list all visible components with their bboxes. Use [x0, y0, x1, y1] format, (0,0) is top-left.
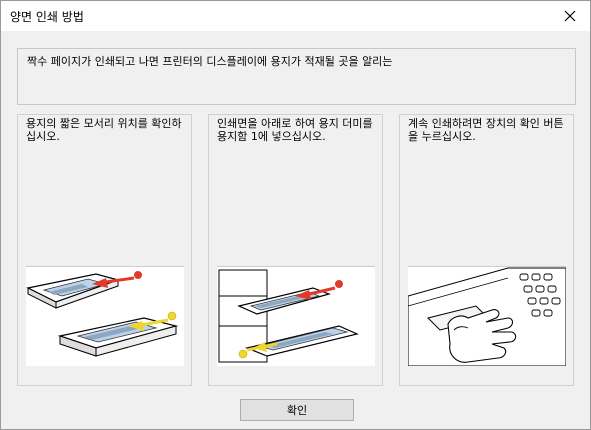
load-paper-illustration	[217, 265, 375, 366]
description-text: 짝수 페이지가 인쇄되고 나면 프린터의 디스플레이에 용지가 적재될 곳을 알…	[27, 55, 393, 68]
step-panel-2: 인쇄면을 아래로 하여 용지 더미를 용지함 1에 넣으십시오.	[208, 114, 383, 386]
dialog-window: 양면 인쇄 방법 짝수 페이지가 인쇄되고 나면 프린터의 디스플레이에 용지가…	[0, 0, 591, 430]
paper-orientation-illustration	[26, 265, 184, 366]
window-title: 양면 인쇄 방법	[10, 10, 84, 24]
description-box: 짝수 페이지가 인쇄되고 나면 프린터의 디스플레이에 용지가 적재될 곳을 알…	[17, 48, 576, 105]
step-2-text: 인쇄면을 아래로 하여 용지 더미를 용지함 1에 넣으십시오.	[217, 117, 373, 143]
close-icon	[564, 10, 576, 22]
ok-button[interactable]: 확인	[240, 399, 354, 421]
step-1-text: 용지의 짧은 모서리 위치를 확인하십시오.	[26, 117, 182, 143]
step-3-text: 계속 인쇄하려면 장치의 확인 버튼을 누르십시오.	[408, 117, 564, 143]
close-button[interactable]	[550, 1, 590, 31]
step-panel-3: 계속 인쇄하려면 장치의 확인 버튼을 누르십시오.	[399, 114, 574, 386]
title-bar: 양면 인쇄 방법	[1, 1, 590, 31]
press-button-illustration	[407, 265, 567, 367]
step-panel-1: 용지의 짧은 모서리 위치를 확인하십시오.	[17, 114, 192, 386]
